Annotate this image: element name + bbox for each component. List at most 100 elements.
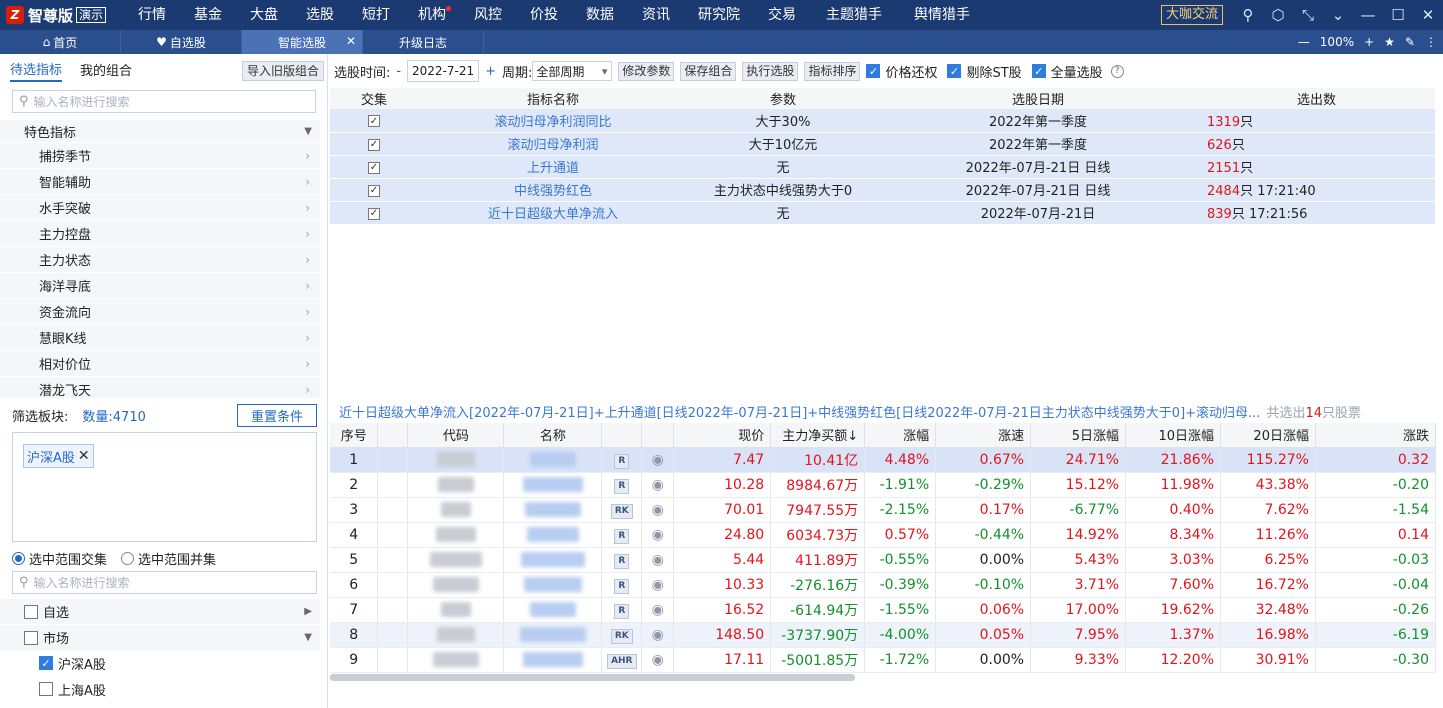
stock-code-cell[interactable] [407, 597, 505, 623]
indicator-row[interactable]: ✓ 滚动归母净利润同比 大于30% 2022年第一季度 1319只 [330, 109, 1435, 133]
table-row[interactable]: 1 R ◉ 7.47 10.41亿 4.48% 0.67% 24.71% 21.86% 115.2… [330, 447, 1437, 473]
indicator-item[interactable]: 相对价位 › [0, 350, 320, 376]
radio-union[interactable] [121, 552, 135, 565]
table-row[interactable]: 5 R ◉ 5.44 411.89万 -0.55% 0.00% 5.43% 3.03% 6.25%… [330, 547, 1437, 573]
view-cell[interactable]: ◉ [641, 472, 675, 498]
table-row[interactable]: 3 RK ◉ 70.01 7947.55万 -2.15% 0.17% -6.77% 0.40% 7… [330, 497, 1437, 523]
chevron-down-icon[interactable]: ⌄ [1323, 0, 1353, 30]
horizontal-scrollbar[interactable] [330, 674, 855, 681]
menu-item-research[interactable]: 研究院 [684, 0, 754, 30]
menu-item-news[interactable]: 资讯 [628, 0, 684, 30]
col-header-speed[interactable]: 涨速 [935, 423, 1032, 448]
stock-code-cell[interactable] [407, 497, 505, 523]
intersect-checkbox[interactable]: ✓ [368, 184, 380, 197]
tree-node-shsz-a[interactable]: ✓ 沪深A股 [0, 650, 320, 676]
tree-node-sh-a[interactable]: 上海A股 [0, 676, 320, 702]
cafe-button[interactable]: 大咖交流 [1160, 5, 1223, 25]
stock-name-cell[interactable] [503, 647, 603, 673]
tree-node-market[interactable]: 市场 ▼ [0, 624, 320, 650]
stock-code-cell[interactable] [407, 522, 505, 548]
col-header-diff[interactable]: 涨跌 [1315, 423, 1437, 448]
indicator-row[interactable]: ✓ 滚动归母净利润 大于10亿元 2022年第一季度 626只 [330, 132, 1435, 156]
tab-favorites[interactable]: ♥ 自选股 [121, 30, 242, 54]
view-cell[interactable]: ◉ [641, 622, 675, 648]
tab-changelog[interactable]: 升级日志 [363, 30, 484, 54]
stock-name-cell[interactable] [503, 522, 603, 548]
stock-code-cell[interactable] [407, 622, 505, 648]
indicator-item[interactable]: 主力控盘 › [0, 220, 320, 246]
col-header-5d[interactable]: 5日涨幅 [1030, 423, 1127, 448]
col-header-code[interactable]: 代码 [407, 423, 505, 448]
view-cell[interactable]: ◉ [641, 572, 675, 598]
stock-code-cell[interactable] [407, 547, 505, 573]
menu-item-market[interactable]: 大盘 [236, 0, 292, 30]
indicator-item[interactable]: 捕捞季节 › [0, 142, 320, 168]
stock-code-cell[interactable] [407, 572, 505, 598]
remove-chip-icon[interactable]: ✕ [78, 448, 90, 464]
menu-item-trade[interactable]: 交易 [754, 0, 810, 30]
star-icon[interactable]: ★ [1384, 35, 1395, 49]
close-tab-icon[interactable]: ✕ [346, 34, 356, 48]
execute-picking-button[interactable]: 执行选股 [742, 61, 799, 81]
category-special-indicators[interactable]: 特色指标 ▼ [0, 120, 320, 142]
menu-item-theme-hunter[interactable]: 主题猎手 [810, 0, 898, 30]
eye-icon[interactable]: ◉ [652, 627, 664, 643]
stock-code-cell[interactable] [407, 472, 505, 498]
indicator-name[interactable]: 滚动归母净利润 [418, 132, 688, 156]
tree-node-favorites[interactable]: 自选 ▶ [0, 598, 320, 624]
view-cell[interactable]: ◉ [641, 647, 675, 673]
indicator-item[interactable]: 水手突破 › [0, 194, 320, 220]
menu-item-sentiment-hunter[interactable]: 舆情猎手 [898, 0, 986, 30]
sort-indicators-button[interactable]: 指标排序 [804, 61, 861, 81]
zoom-in-icon[interactable]: + [1364, 35, 1374, 49]
indicator-item[interactable]: 慧眼K线 › [0, 324, 320, 350]
indicator-item[interactable]: 主力状态 › [0, 246, 320, 272]
eye-icon[interactable]: ◉ [652, 577, 664, 593]
save-combo-button[interactable]: 保存组合 [680, 61, 737, 81]
price-restore-checkbox[interactable]: ✓ 价格还权 [866, 62, 937, 81]
stock-name-cell[interactable] [503, 622, 603, 648]
import-old-combo-button[interactable]: 导入旧版组合 [241, 61, 324, 81]
indicator-item[interactable]: 潜龙飞天 › [0, 376, 320, 398]
stock-code-cell[interactable] [407, 647, 505, 673]
stock-name-cell[interactable] [503, 497, 603, 523]
view-cell[interactable]: ◉ [641, 497, 675, 523]
col-header-10d[interactable]: 10日涨幅 [1125, 423, 1221, 448]
col-header-20d[interactable]: 20日涨幅 [1220, 423, 1316, 448]
view-cell[interactable]: ◉ [641, 447, 675, 473]
col-header-price[interactable]: 现价 [673, 423, 772, 448]
user-icon[interactable]: ⚲ [1233, 0, 1263, 30]
stock-code-cell[interactable] [407, 447, 505, 473]
selected-boards-box[interactable]: 沪深A股 ✕ [12, 432, 317, 542]
table-row[interactable]: 7 R ◉ 16.52 -614.94万 -1.55% 0.06% 17.00% 19.62% 3… [330, 597, 1437, 623]
eye-icon[interactable]: ◉ [652, 477, 664, 493]
pen-icon[interactable]: ✎ [1405, 35, 1415, 49]
shrink-icon[interactable]: ⤡ [1293, 0, 1323, 30]
intersect-checkbox[interactable]: ✓ [368, 115, 380, 128]
stock-name-cell[interactable] [503, 547, 603, 573]
menu-item-risk[interactable]: 风控 [460, 0, 516, 30]
menu-item-value[interactable]: 价投 [516, 0, 572, 30]
period-select[interactable]: 全部周期 [532, 61, 613, 81]
indicator-name[interactable]: 中线强势红色 [418, 178, 688, 202]
eye-icon[interactable]: ◉ [652, 602, 664, 618]
checkbox-market[interactable] [24, 630, 38, 645]
table-row[interactable]: 6 R ◉ 10.33 -276.16万 -0.39% -0.10% 3.71% 7.60% 16… [330, 572, 1437, 598]
zoom-out-icon[interactable]: — [1298, 35, 1310, 49]
indicator-row[interactable]: ✓ 上升通道 无 2022年-07月-21日 日线 2151只 [330, 155, 1435, 179]
eye-icon[interactable]: ◉ [652, 452, 664, 468]
date-increment-button[interactable]: + [485, 64, 496, 79]
indicator-row[interactable]: ✓ 中线强势红色 主力状态中线强势大于0 2022年-07月-21日 日线 24… [330, 178, 1435, 202]
eye-icon[interactable]: ◉ [652, 502, 664, 518]
view-cell[interactable]: ◉ [641, 522, 675, 548]
menu-item-institutions[interactable]: 机构 [404, 0, 460, 30]
intersect-checkbox[interactable]: ✓ [368, 138, 380, 151]
col-header-change[interactable]: 涨幅 [864, 423, 937, 448]
board-search-input[interactable]: ⚲ 输入名称进行搜索 [12, 571, 317, 594]
close-icon[interactable]: ✕ [1413, 0, 1443, 30]
reset-conditions-button[interactable]: 重置条件 [237, 404, 317, 427]
date-decrement-button[interactable]: - [396, 64, 401, 79]
formula-text[interactable]: 近十日超级大单净流入[2022年-07月-21日]+上升通道[日线2022年-0… [339, 406, 1260, 421]
stock-name-cell[interactable] [503, 472, 603, 498]
checkbox-sh-a[interactable] [39, 682, 53, 696]
